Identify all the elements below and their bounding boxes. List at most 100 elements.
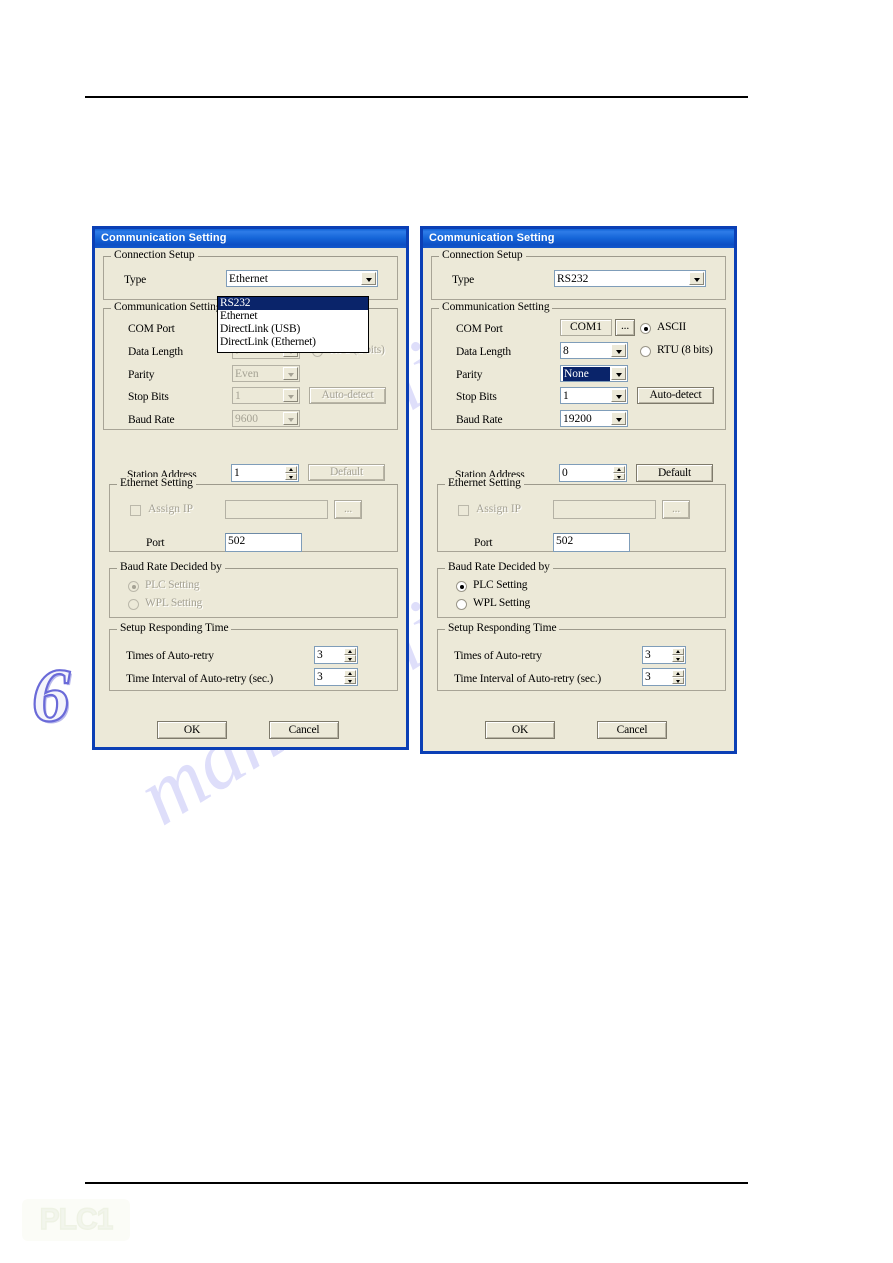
group-setup-responding-time-legend: Setup Responding Time: [117, 622, 232, 634]
chevron-down-icon[interactable]: [611, 389, 626, 402]
times-of-auto-retry-spinner[interactable]: 3: [642, 646, 686, 664]
type-dropdown-list[interactable]: RS232 Ethernet DirectLink (USB) DirectLi…: [217, 296, 369, 353]
station-address-spinner[interactable]: 0: [559, 464, 627, 482]
assign-ip-checkbox-box: [458, 505, 469, 516]
assign-ip-label: Assign IP: [476, 503, 522, 515]
chevron-down-icon[interactable]: [689, 272, 704, 285]
stop-bits-combobox[interactable]: 1: [232, 387, 300, 404]
stop-bits-combobox[interactable]: 1: [560, 387, 628, 404]
default-button[interactable]: Default: [636, 464, 713, 482]
parity-combobox[interactable]: None: [560, 365, 628, 382]
com-port-field[interactable]: COM1: [560, 319, 612, 336]
assign-ip-label: Assign IP: [148, 503, 194, 515]
chevron-down-icon[interactable]: [283, 389, 298, 402]
label-time-interval-of-auto-retry: Time Interval of Auto-retry (sec.): [454, 673, 602, 685]
stop-bits-value: 1: [235, 390, 241, 402]
group-ethernet-setting-legend: Ethernet Setting: [445, 477, 524, 489]
baud-rate-value: 19200: [563, 413, 592, 425]
times-spin-buttons[interactable]: [672, 648, 684, 662]
station-address-spin-buttons[interactable]: [285, 466, 297, 480]
radio-plc-setting-label: PLC Setting: [145, 579, 200, 591]
spinner-down-icon[interactable]: [672, 677, 684, 684]
spinner-up-icon[interactable]: [672, 670, 684, 677]
dropdown-option-rs232[interactable]: RS232: [218, 297, 368, 310]
label-stop-bits: Stop Bits: [128, 391, 169, 403]
default-button[interactable]: Default: [308, 464, 385, 481]
type-combobox[interactable]: RS232: [554, 270, 706, 287]
spinner-up-icon[interactable]: [672, 648, 684, 655]
ok-button[interactable]: OK: [157, 721, 227, 739]
label-times-of-auto-retry: Times of Auto-retry: [126, 650, 214, 662]
dropdown-option-directlink-usb[interactable]: DirectLink (USB): [218, 323, 368, 336]
radio-plc-setting-indicator: [128, 581, 139, 592]
data-length-combobox[interactable]: 8: [560, 342, 628, 359]
label-com-port: COM Port: [456, 323, 503, 335]
type-combobox[interactable]: Ethernet: [226, 270, 378, 287]
ip-browse-button[interactable]: ...: [662, 500, 690, 519]
type-combobox-value: Ethernet: [229, 273, 268, 285]
spinner-up-icon[interactable]: [613, 466, 625, 473]
group-baud-rate-decided-by: Baud Rate Decided by PLC Setting WPL Set…: [109, 561, 398, 618]
radio-plc-setting-label: PLC Setting: [473, 579, 528, 591]
chevron-down-icon[interactable]: [611, 367, 626, 380]
communication-setting-dialog-left: Communication Setting Connection Setup T…: [92, 226, 409, 750]
spinner-up-icon[interactable]: [285, 466, 297, 473]
assign-ip-checkbox-box: [130, 505, 141, 516]
group-connection-setup-legend: Connection Setup: [439, 249, 526, 261]
radio-plc-setting-indicator: [456, 581, 467, 592]
parity-combobox[interactable]: Even: [232, 365, 300, 382]
cancel-button[interactable]: Cancel: [597, 721, 667, 739]
times-of-auto-retry-spinner[interactable]: 3: [314, 646, 358, 664]
parity-value: Even: [235, 368, 259, 380]
radio-rtu-label: RTU (8 bits): [657, 344, 713, 356]
chevron-down-icon[interactable]: [611, 344, 626, 357]
label-times-of-auto-retry: Times of Auto-retry: [454, 650, 542, 662]
chevron-down-icon[interactable]: [283, 412, 298, 425]
spinner-up-icon[interactable]: [344, 648, 356, 655]
label-parity: Parity: [456, 369, 483, 381]
group-connection-setup: Connection Setup Type RS232: [431, 249, 726, 300]
spinner-down-icon[interactable]: [672, 655, 684, 662]
dropdown-option-ethernet[interactable]: Ethernet: [218, 310, 368, 323]
label-port: Port: [474, 537, 493, 549]
ok-button[interactable]: OK: [485, 721, 555, 739]
spinner-down-icon[interactable]: [613, 473, 625, 480]
chevron-down-icon[interactable]: [611, 412, 626, 425]
radio-wpl-setting-label: WPL Setting: [145, 597, 203, 609]
station-address-spinner[interactable]: 1: [231, 464, 299, 482]
ip-address-input[interactable]: [553, 500, 656, 519]
port-input[interactable]: 502: [553, 533, 630, 552]
group-setup-responding-time: Setup Responding Time Times of Auto-retr…: [109, 622, 398, 691]
interval-spin-buttons[interactable]: [344, 670, 356, 684]
baud-rate-combobox[interactable]: 9600: [232, 410, 300, 427]
time-interval-spinner[interactable]: 3: [642, 668, 686, 686]
dialog-titlebar: Communication Setting: [95, 229, 406, 248]
chevron-down-icon[interactable]: [361, 272, 376, 285]
spinner-up-icon[interactable]: [344, 670, 356, 677]
ip-browse-button[interactable]: ...: [334, 500, 362, 519]
dropdown-option-directlink-ethernet[interactable]: DirectLink (Ethernet): [218, 336, 368, 349]
spinner-down-icon[interactable]: [344, 655, 356, 662]
spinner-down-icon[interactable]: [285, 473, 297, 480]
station-address-spin-buttons[interactable]: [613, 466, 625, 480]
interval-spin-buttons[interactable]: [672, 670, 684, 684]
spinner-down-icon[interactable]: [344, 677, 356, 684]
times-spin-buttons[interactable]: [344, 648, 356, 662]
auto-detect-button[interactable]: Auto-detect: [309, 387, 386, 404]
radio-ascii-label: ASCII: [657, 321, 687, 333]
baud-rate-combobox[interactable]: 19200: [560, 410, 628, 427]
port-input[interactable]: 502: [225, 533, 302, 552]
group-communication-setting: Communication Setting COM Port COM1 ... …: [431, 301, 726, 430]
time-interval-spinner[interactable]: 3: [314, 668, 358, 686]
label-time-interval-of-auto-retry: Time Interval of Auto-retry (sec.): [126, 673, 274, 685]
time-interval-value: 3: [645, 671, 651, 683]
group-connection-setup: Connection Setup Type Ethernet: [103, 249, 398, 300]
cancel-button[interactable]: Cancel: [269, 721, 339, 739]
group-setup-responding-time-legend: Setup Responding Time: [445, 622, 560, 634]
auto-detect-button[interactable]: Auto-detect: [637, 387, 714, 404]
radio-wpl-setting-indicator: [456, 599, 467, 610]
chevron-down-icon[interactable]: [283, 367, 298, 380]
type-combobox-value: RS232: [557, 273, 589, 285]
ip-address-input[interactable]: [225, 500, 328, 519]
com-port-browse-button[interactable]: ...: [615, 319, 635, 336]
